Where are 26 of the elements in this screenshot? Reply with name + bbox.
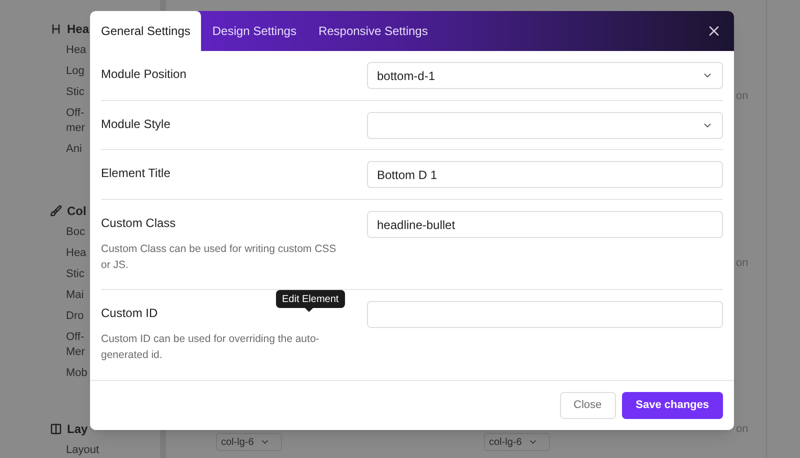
help-text: Custom ID can be used for overriding the auto-generated id.	[101, 332, 320, 363]
brush-icon	[50, 205, 62, 217]
tab[interactable]: Design Settings	[201, 11, 308, 51]
field-label: Element Title	[101, 165, 172, 182]
text-field[interactable]	[367, 301, 723, 328]
field-label: Module Position	[101, 66, 188, 83]
field-label: Custom ID	[101, 305, 159, 322]
select-field[interactable]: col-lg-6	[216, 433, 282, 451]
close-button[interactable]: Close	[560, 392, 616, 419]
save-button[interactable]: Save changes	[622, 392, 723, 419]
heading-icon	[50, 23, 62, 35]
field-label: Module Style	[101, 116, 172, 133]
sidebar-heading: Col	[67, 203, 86, 220]
field-label: Custom Class	[101, 215, 177, 232]
text-field[interactable]: Bottom D 1	[367, 161, 723, 188]
sidebar-heading: Lay	[67, 421, 88, 438]
select-field[interactable]	[367, 112, 723, 139]
tab[interactable]: General Settings	[90, 11, 202, 51]
select-field[interactable]: bottom-d-1	[367, 62, 723, 89]
tab[interactable]: Responsive Settings	[307, 11, 439, 51]
help-text: Custom Class can be used for writing custom CSS or JS.	[101, 242, 338, 273]
sidebar-heading: Hea	[67, 21, 90, 38]
sidebar-item[interactable]: Layout	[66, 443, 160, 458]
select-field[interactable]: col-lg-6	[484, 433, 550, 451]
columns-icon	[50, 423, 62, 435]
text-field[interactable]: headline-bullet	[367, 211, 723, 238]
